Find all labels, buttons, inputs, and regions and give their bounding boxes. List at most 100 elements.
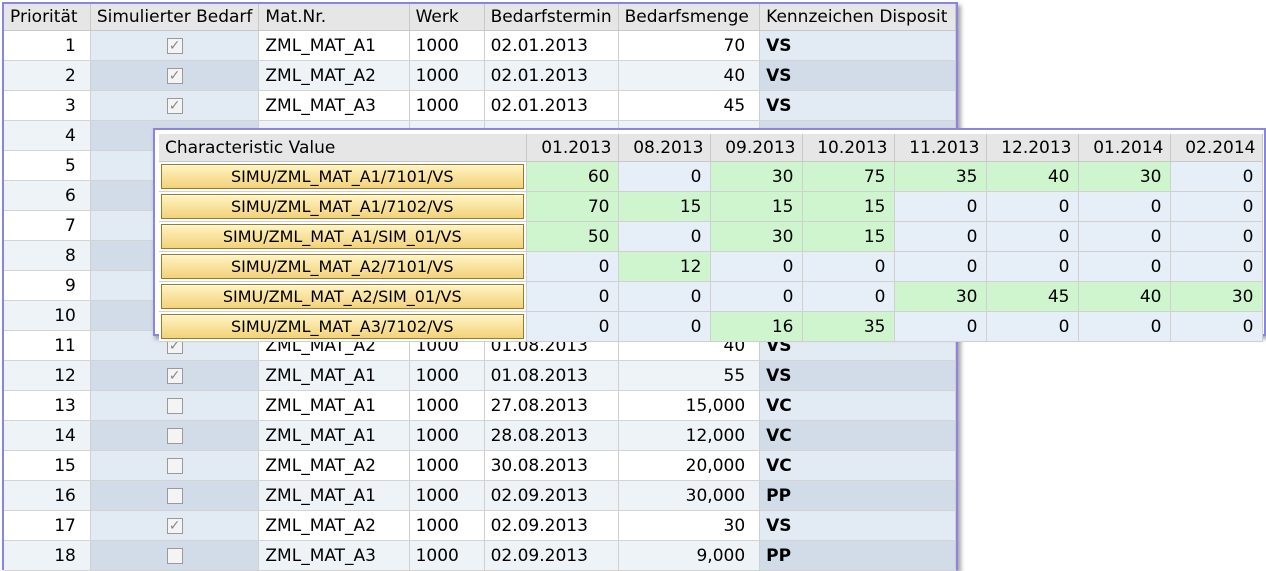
col-header-kennzeichen-disposit[interactable]: Kennzeichen Disposit [759, 4, 956, 31]
col-header-period[interactable]: 11.2013 [894, 134, 987, 162]
priority-cell: 12 [4, 360, 91, 391]
col-header-period[interactable]: 10.2013 [802, 134, 895, 162]
col-header-period[interactable]: 01.2013 [526, 134, 619, 162]
period-value-cell: 0 [986, 251, 1079, 282]
quantity-cell: 30 [618, 510, 761, 541]
quantity-cell: 70 [618, 30, 761, 61]
period-value-cell: 0 [1078, 311, 1171, 342]
col-header-bedarfsmenge[interactable]: Bedarfsmenge [618, 4, 761, 31]
col-header-period[interactable]: 01.2014 [1078, 134, 1171, 162]
col-header-mat-nr[interactable]: Mat.Nr. [258, 4, 410, 31]
date-cell: 02.01.2013 [484, 30, 619, 61]
characteristic-value-button[interactable]: SIMU/ZML_MAT_A2/SIM_01/VS [161, 284, 524, 309]
table-row[interactable]: 17 ✓ ZML_MAT_A2 1000 02.09.2013 30 VS [4, 510, 956, 541]
table-row[interactable]: 14 ZML_MAT_A1 1000 28.08.2013 12,000 VC [4, 420, 956, 451]
col-header-period[interactable]: 12.2013 [986, 134, 1079, 162]
material-cell: ZML_MAT_A3 [258, 90, 410, 121]
period-value-cell: 0 [1170, 251, 1263, 282]
table-row[interactable]: 1 ✓ ZML_MAT_A1 1000 02.01.2013 70 VS [4, 30, 956, 61]
col-header-werk[interactable]: Werk [409, 4, 485, 31]
col-header-period[interactable]: 09.2013 [710, 134, 803, 162]
simulated-checkbox[interactable]: ✓ [166, 367, 183, 384]
popup-row[interactable]: SIMU/ZML_MAT_A2/SIM_01/VS 0 0 0 0 30 45 40 30 [159, 281, 1263, 312]
characteristic-value-button[interactable]: SIMU/ZML_MAT_A3/7102/VS [161, 314, 524, 339]
table-row[interactable]: 18 ZML_MAT_A3 1000 02.09.2013 9,000 PP [4, 540, 956, 571]
period-value-cell: 0 [710, 281, 803, 312]
table-row[interactable]: 2 ✓ ZML_MAT_A2 1000 02.01.2013 40 VS [4, 60, 956, 91]
table-row[interactable]: 12 ✓ ZML_MAT_A1 1000 01.08.2013 55 VS [4, 360, 956, 391]
table-row[interactable]: 13 ZML_MAT_A1 1000 27.08.2013 15,000 VC [4, 390, 956, 421]
priority-cell: 5 [4, 150, 91, 181]
simulated-cell: ✓ [90, 30, 260, 61]
period-value-cell: 0 [894, 191, 987, 222]
table-row[interactable]: 3 ✓ ZML_MAT_A3 1000 02.01.2013 45 VS [4, 90, 956, 121]
period-value-cell: 0 [802, 281, 895, 312]
priority-cell: 4 [4, 120, 91, 151]
period-value-cell: 0 [526, 311, 619, 342]
popup-row[interactable]: SIMU/ZML_MAT_A3/7102/VS 0 0 16 35 0 0 0 0 [159, 311, 1263, 342]
mrp-indicator-cell: VS [759, 510, 956, 541]
period-value-cell: 0 [618, 221, 711, 252]
mrp-indicator-cell: VC [759, 390, 956, 421]
table-row[interactable]: 16 ZML_MAT_A1 1000 02.09.2013 30,000 PP [4, 480, 956, 511]
quantity-cell: 40 [618, 60, 761, 91]
period-value-cell: 70 [526, 191, 619, 222]
simulated-checkbox[interactable] [166, 547, 183, 564]
date-cell: 28.08.2013 [484, 420, 619, 451]
col-header-period[interactable]: 02.2014 [1170, 134, 1263, 162]
table-row[interactable]: 15 ZML_MAT_A2 1000 30.08.2013 20,000 VC [4, 450, 956, 481]
simulated-checkbox[interactable]: ✓ [166, 517, 183, 534]
simulated-checkbox[interactable]: ✓ [166, 37, 183, 54]
period-value-cell: 35 [802, 311, 895, 342]
period-value-cell: 15 [618, 191, 711, 222]
mrp-indicator-cell: VS [759, 60, 956, 91]
simulated-checkbox[interactable] [166, 457, 183, 474]
grid-header-row: Priorität Simulierter Bedarf Mat.Nr. Wer… [4, 4, 956, 31]
popup-row[interactable]: SIMU/ZML_MAT_A1/SIM_01/VS 50 0 30 15 0 0 0 0 [159, 221, 1263, 252]
characteristic-value-button[interactable]: SIMU/ZML_MAT_A1/7102/VS [161, 194, 524, 219]
simulated-checkbox[interactable] [166, 487, 183, 504]
period-value-cell: 12 [618, 251, 711, 282]
mrp-indicator-cell: VS [759, 90, 956, 121]
period-value-cell: 30 [1078, 161, 1171, 192]
period-value-cell: 0 [526, 251, 619, 282]
date-cell: 02.09.2013 [484, 510, 619, 541]
priority-cell: 17 [4, 510, 91, 541]
col-header-bedarfstermin[interactable]: Bedarfstermin [484, 4, 619, 31]
popup-row[interactable]: SIMU/ZML_MAT_A1/7102/VS 70 15 15 15 0 0 0 0 [159, 191, 1263, 222]
plant-cell: 1000 [409, 510, 485, 541]
col-header-prioritaet[interactable]: Priorität [4, 4, 91, 31]
col-header-period[interactable]: 08.2013 [618, 134, 711, 162]
col-header-characteristic-value[interactable]: Characteristic Value [159, 134, 527, 162]
material-cell: ZML_MAT_A1 [258, 480, 410, 511]
popup-row[interactable]: SIMU/ZML_MAT_A1/7101/VS 60 0 30 75 35 40 30 0 [159, 161, 1263, 192]
characteristic-value-button[interactable]: SIMU/ZML_MAT_A2/7101/VS [161, 254, 524, 279]
characteristic-label-cell: SIMU/ZML_MAT_A1/7102/VS [159, 191, 527, 222]
quantity-cell: 20,000 [618, 450, 761, 481]
simulated-checkbox[interactable]: ✓ [166, 67, 183, 84]
period-value-cell: 45 [986, 281, 1079, 312]
plant-cell: 1000 [409, 90, 485, 121]
period-value-cell: 40 [1078, 281, 1171, 312]
material-cell: ZML_MAT_A2 [258, 60, 410, 91]
quantity-cell: 30,000 [618, 480, 761, 511]
simulated-checkbox[interactable] [166, 397, 183, 414]
period-value-cell: 0 [894, 251, 987, 282]
col-header-simulierter-bedarf[interactable]: Simulierter Bedarf [90, 4, 260, 31]
popup-row[interactable]: SIMU/ZML_MAT_A2/7101/VS 0 12 0 0 0 0 0 0 [159, 251, 1263, 282]
simulated-cell: ✓ [90, 510, 260, 541]
period-value-cell: 30 [894, 281, 987, 312]
period-value-cell: 0 [1078, 191, 1171, 222]
priority-cell: 7 [4, 210, 91, 241]
simulated-checkbox[interactable] [166, 427, 183, 444]
plant-cell: 1000 [409, 30, 485, 61]
date-cell: 02.09.2013 [484, 540, 619, 571]
period-value-cell: 16 [710, 311, 803, 342]
mrp-indicator-cell: VC [759, 450, 956, 481]
period-value-cell: 30 [710, 221, 803, 252]
simulated-checkbox[interactable]: ✓ [166, 97, 183, 114]
characteristic-value-button[interactable]: SIMU/ZML_MAT_A1/7101/VS [161, 164, 524, 189]
period-value-cell: 15 [710, 191, 803, 222]
characteristic-value-button[interactable]: SIMU/ZML_MAT_A1/SIM_01/VS [161, 224, 524, 249]
material-cell: ZML_MAT_A2 [258, 450, 410, 481]
